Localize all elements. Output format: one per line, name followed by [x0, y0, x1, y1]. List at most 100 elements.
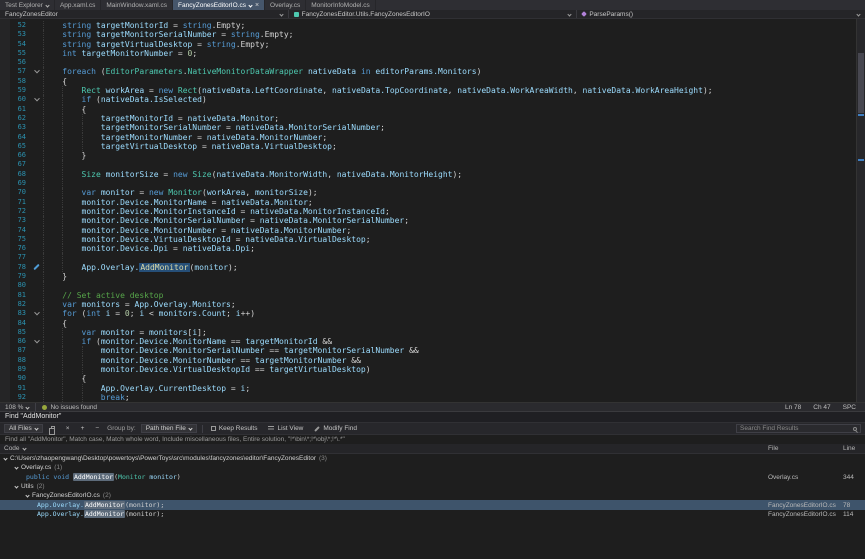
whitespace-indicator[interactable]: SPC — [843, 404, 856, 411]
code-line-68[interactable]: 68Size monitorSize = new Size(nativeData… — [0, 170, 856, 179]
fold-chevron-icon[interactable] — [30, 309, 43, 318]
keep-results-button[interactable]: Keep Results — [208, 424, 261, 433]
code-line-90[interactable]: 90{ — [0, 374, 856, 383]
code-line-80[interactable]: 80 — [0, 281, 856, 290]
result-group-row[interactable]: C:\Users\zhaopengwang\Desktop\powertoys\… — [0, 454, 865, 463]
expand-all-icon[interactable]: + — [78, 424, 88, 433]
code-line-62[interactable]: 62targetMonitorId = nativeData.Monitor; — [0, 114, 856, 123]
project-dropdown[interactable]: FancyZonesEditor — [0, 10, 289, 18]
code-line-61[interactable]: 61{ — [0, 105, 856, 114]
fold-chevron-icon[interactable] — [30, 337, 43, 346]
code-line-84[interactable]: 84{ — [0, 319, 856, 328]
code-line-77[interactable]: 77 — [0, 253, 856, 262]
column-header-code[interactable]: Code — [0, 445, 768, 452]
tab-fancyzoneseditorio-cs[interactable]: FancyZonesEditorIO.cs× — [173, 0, 265, 10]
code-line-57[interactable]: 57foreach (EditorParameters.NativeMonito… — [0, 67, 856, 76]
code-line-53[interactable]: 53string targetMonitorSerialNumber = str… — [0, 30, 856, 39]
collapse-all-icon[interactable]: − — [92, 424, 102, 433]
code-line-66[interactable]: 66} — [0, 151, 856, 160]
code-line-91[interactable]: 91App.Overlay.CurrentDesktop = i; — [0, 384, 856, 393]
line-indicator: Ln 78 — [785, 404, 801, 411]
result-group-row[interactable]: FancyZonesEditorIO.cs (2) — [0, 491, 865, 500]
code-line-72[interactable]: 72monitor.Device.MonitorInstanceId = nat… — [0, 207, 856, 216]
expander-icon[interactable] — [14, 466, 18, 470]
chevron-down-icon[interactable] — [45, 3, 49, 7]
code-line-74[interactable]: 74monitor.Device.MonitorNumber = nativeD… — [0, 226, 856, 235]
code-line-81[interactable]: 81// Set active desktop — [0, 291, 856, 300]
tab-test-explorer[interactable]: Test Explorer — [0, 0, 55, 10]
tab-mainwindow-xaml-cs[interactable]: MainWindow.xaml.cs — [101, 0, 173, 10]
search-find-results-box[interactable] — [736, 424, 861, 433]
code-editor[interactable]: 52string targetMonitorId = string.Empty;… — [0, 19, 865, 402]
column-header-line[interactable]: Line — [843, 445, 865, 452]
code-line-59[interactable]: 59Rect workArea = new Rect(nativeData.Le… — [0, 86, 856, 95]
code-line-89[interactable]: 89monitor.Device.VirtualDesktopId == tar… — [0, 365, 856, 374]
code-line-52[interactable]: 52string targetMonitorId = string.Empty; — [0, 21, 856, 30]
code-line-71[interactable]: 71monitor.Device.MonitorName = nativeDat… — [0, 198, 856, 207]
result-group-row[interactable]: Utils (2) — [0, 482, 865, 491]
scope-value: All Files — [9, 425, 32, 432]
fold-chevron-icon[interactable] — [30, 95, 43, 104]
chevron-down-icon[interactable] — [248, 3, 252, 7]
code-line-73[interactable]: 73monitor.Device.MonitorSerialNumber = n… — [0, 216, 856, 225]
copy-icon[interactable] — [48, 424, 58, 433]
clear-results-icon[interactable]: × — [63, 424, 73, 433]
code-line-82[interactable]: 82var monitors = App.Overlay.Monitors; — [0, 300, 856, 309]
tab-monitorinfomodel-cs[interactable]: MonitorInfoModel.cs — [306, 0, 376, 10]
code-line-64[interactable]: 64targetMonitorNumber = nativeData.Monit… — [0, 133, 856, 142]
member-dropdown[interactable]: ParseParams() — [577, 10, 865, 18]
result-row[interactable]: App.Overlay.AddMonitor(monitor);FancyZon… — [0, 510, 865, 519]
code-line-78[interactable]: 78App.Overlay.AddMonitor(monitor); — [0, 263, 856, 272]
column-header-file[interactable]: File — [768, 445, 843, 452]
code-line-86[interactable]: 86if (monitor.Device.MonitorName == targ… — [0, 337, 856, 346]
results-tree: C:\Users\zhaopengwang\Desktop\powertoys\… — [0, 454, 865, 559]
tab-overlay-cs[interactable]: Overlay.cs — [265, 0, 306, 10]
code-line-92[interactable]: 92break; — [0, 393, 856, 402]
editor-vertical-scrollbar[interactable] — [856, 19, 865, 402]
code-line-65[interactable]: 65targetVirtualDesktop = nativeData.Virt… — [0, 142, 856, 151]
tab-app-xaml-cs[interactable]: App.xaml.cs — [55, 0, 101, 10]
line-number: 70 — [0, 188, 30, 197]
code-line-76[interactable]: 76monitor.Device.Dpi = nativeData.Dpi; — [0, 244, 856, 253]
code-text: monitor.Device.VirtualDesktopId == targe… — [43, 365, 856, 374]
code-line-88[interactable]: 88monitor.Device.MonitorNumber == target… — [0, 356, 856, 365]
expander-icon[interactable] — [3, 457, 7, 461]
close-icon[interactable]: × — [255, 2, 259, 9]
code-line-87[interactable]: 87monitor.Device.MonitorSerialNumber == … — [0, 346, 856, 355]
modify-find-button[interactable]: Modify Find — [311, 424, 360, 433]
code-line-79[interactable]: 79} — [0, 272, 856, 281]
result-group-row[interactable]: Overlay.cs (1) — [0, 463, 865, 472]
code-line-56[interactable]: 56 — [0, 58, 856, 67]
expander-icon[interactable] — [14, 484, 18, 488]
expander-icon[interactable] — [25, 494, 29, 498]
document-health-indicator[interactable]: No issues found — [42, 404, 97, 411]
result-row[interactable]: App.Overlay.AddMonitor(monitor);FancyZon… — [0, 500, 865, 509]
code-line-55[interactable]: 55int targetMonitorNumber = 0; — [0, 49, 856, 58]
code-line-75[interactable]: 75monitor.Device.VirtualDesktopId = nati… — [0, 235, 856, 244]
tab-label: MainWindow.xaml.cs — [106, 2, 167, 9]
scope-dropdown[interactable]: All Files — [4, 424, 43, 433]
group-by-label: Group by: — [107, 425, 136, 432]
code-text — [43, 253, 856, 262]
code-line-69[interactable]: 69 — [0, 179, 856, 188]
code-line-58[interactable]: 58{ — [0, 77, 856, 86]
result-row[interactable]: public void AddMonitor(Monitor monitor)O… — [0, 473, 865, 482]
line-number: 66 — [0, 151, 30, 160]
code-line-83[interactable]: 83for (int i = 0; i < monitors.Count; i+… — [0, 309, 856, 318]
scrollbar-thumb[interactable] — [858, 53, 864, 113]
list-view-button[interactable]: List View — [265, 424, 306, 433]
code-line-70[interactable]: 70var monitor = new Monitor(workArea, mo… — [0, 188, 856, 197]
result-code-text: App.Overlay.AddMonitor(monitor); — [37, 510, 164, 518]
code-line-63[interactable]: 63targetMonitorSerialNumber = nativeData… — [0, 123, 856, 132]
group-by-dropdown[interactable]: Path then File — [141, 424, 197, 433]
code-line-67[interactable]: 67 — [0, 160, 856, 169]
type-dropdown[interactable]: FancyZonesEditor.Utils.FancyZonesEditorI… — [289, 10, 578, 18]
zoom-control[interactable]: 108 % — [5, 404, 29, 411]
line-number: 61 — [0, 105, 30, 114]
code-line-60[interactable]: 60if (nativeData.IsSelected) — [0, 95, 856, 104]
glyph-margin — [30, 216, 43, 225]
search-input[interactable] — [740, 425, 850, 432]
code-line-85[interactable]: 85var monitor = monitors[i]; — [0, 328, 856, 337]
fold-chevron-icon[interactable] — [30, 67, 43, 76]
code-line-54[interactable]: 54string targetVirtualDesktop = string.E… — [0, 40, 856, 49]
